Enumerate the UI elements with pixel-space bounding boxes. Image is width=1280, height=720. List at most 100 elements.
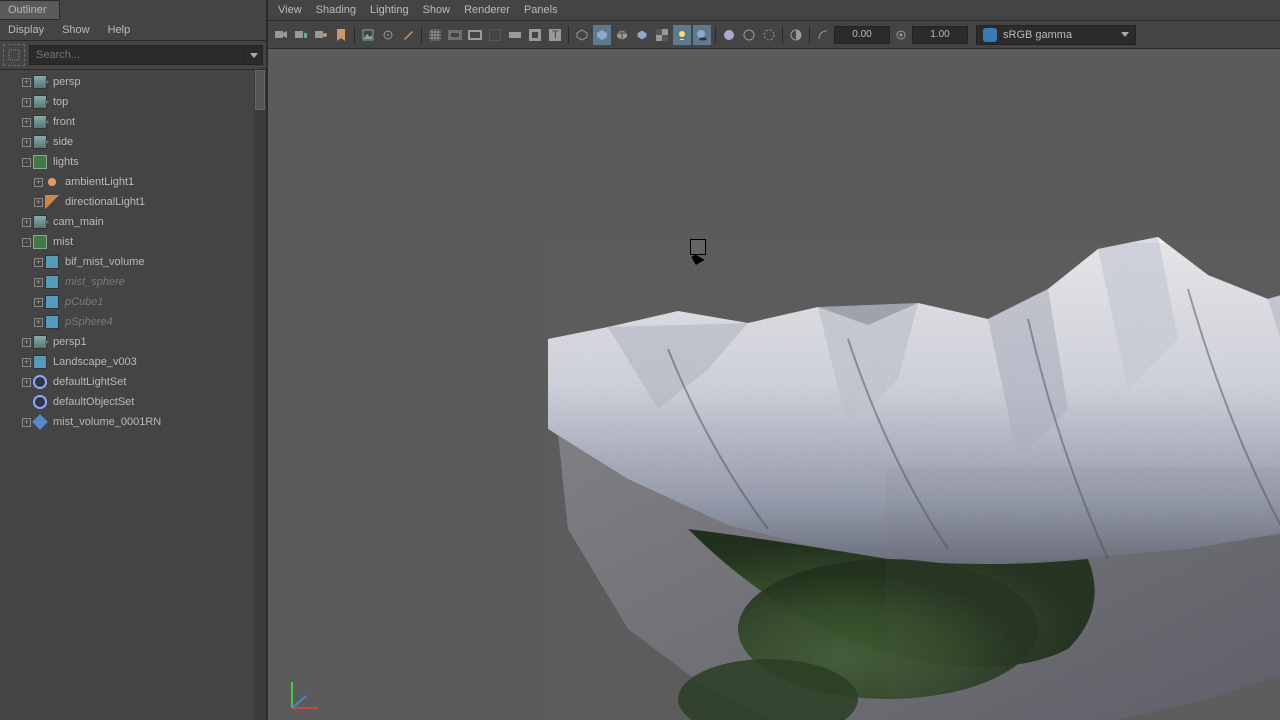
gate-mask-icon[interactable] <box>486 25 504 45</box>
tree-item-label: persp1 <box>53 336 87 348</box>
vp-menu-show[interactable]: Show <box>423 4 451 16</box>
xray-joints-icon[interactable] <box>760 25 778 45</box>
exposure-icon[interactable] <box>787 25 805 45</box>
expander-icon[interactable]: + <box>22 418 31 427</box>
mesh-icon <box>45 255 59 269</box>
tree-item-defaultLightSet[interactable]: + defaultLightSet <box>0 372 266 392</box>
tree-item-cam_main[interactable]: +cam_main <box>0 212 266 232</box>
outliner-menu-display[interactable]: Display <box>8 24 44 36</box>
image-plane-icon[interactable] <box>359 25 377 45</box>
vp-menu-renderer[interactable]: Renderer <box>464 4 510 16</box>
film-gate-icon[interactable] <box>446 25 464 45</box>
tree-item-label: defaultLightSet <box>53 376 126 388</box>
outliner-filter-icon[interactable] <box>3 44 25 66</box>
expander-icon[interactable]: + <box>34 298 43 307</box>
expander-icon[interactable]: + <box>22 78 31 87</box>
3d-viewport[interactable] <box>268 49 1280 720</box>
tree-item-bif_mist_volume[interactable]: + bif_mist_volume <box>0 252 266 272</box>
expander-icon[interactable]: + <box>22 378 31 387</box>
grid-icon[interactable] <box>426 25 444 45</box>
cursor-icon <box>690 239 706 255</box>
viewport-toolbar: T 0.00 1.00 sRGB gamma <box>268 21 1280 49</box>
xray-icon[interactable] <box>740 25 758 45</box>
tree-item-pSphere4[interactable]: +pSphere4 <box>0 312 266 332</box>
gamma-icon[interactable] <box>814 25 832 45</box>
safe-title-icon[interactable]: T <box>546 25 564 45</box>
field-chart-icon[interactable] <box>506 25 524 45</box>
expander-icon[interactable]: + <box>22 358 31 367</box>
colorspace-swatch-icon <box>983 28 997 42</box>
tree-item-Landscape_v003[interactable]: +Landscape_v003 <box>0 352 266 372</box>
mesh-icon <box>45 295 59 309</box>
expander-icon[interactable]: + <box>34 278 43 287</box>
viewport-panel: View Shading Lighting Show Renderer Pane… <box>268 0 1280 720</box>
textured-icon[interactable] <box>653 25 671 45</box>
isolate-select-icon[interactable] <box>720 25 738 45</box>
select-camera-icon[interactable] <box>272 25 290 45</box>
tree-item-persp[interactable]: + persp <box>0 72 266 92</box>
grp-icon <box>33 235 47 249</box>
tree-item-mist_sphere[interactable]: +mist_sphere <box>0 272 266 292</box>
mesh-icon <box>45 315 59 329</box>
tree-item-mist_volume_0001RN[interactable]: + mist_volume_0001RN <box>0 412 266 432</box>
use-default-material-icon[interactable] <box>613 25 631 45</box>
expander-icon[interactable]: + <box>22 98 31 107</box>
2d-pan-icon[interactable] <box>379 25 397 45</box>
search-dropdown[interactable] <box>245 45 263 65</box>
safe-action-icon[interactable] <box>526 25 544 45</box>
outliner-menu-help[interactable]: Help <box>108 24 131 36</box>
tree-item-ambientLight1[interactable]: +ambientLight1 <box>0 172 266 192</box>
tree-item-label: persp <box>53 76 81 88</box>
tree-item-label: mist_volume_0001RN <box>53 416 161 428</box>
vp-menu-shading[interactable]: Shading <box>316 4 356 16</box>
exposure-value-field[interactable]: 1.00 <box>912 26 968 44</box>
tree-item-persp1[interactable]: + persp1 <box>0 332 266 352</box>
tree-item-defaultObjectSet[interactable]: defaultObjectSet <box>0 392 266 412</box>
tree-item-directionalLight1[interactable]: + directionalLight1 <box>0 192 266 212</box>
expander-icon[interactable]: + <box>22 218 31 227</box>
camera-settings-icon[interactable] <box>312 25 330 45</box>
expander-icon[interactable]: + <box>34 318 43 327</box>
tree-item-top[interactable]: +top <box>0 92 266 112</box>
tree-item-side[interactable]: +side <box>0 132 266 152</box>
tree-item-label: mist <box>53 236 73 248</box>
gamma-value-field[interactable]: 0.00 <box>834 26 890 44</box>
wireframe-icon[interactable] <box>573 25 591 45</box>
tree-item-lights[interactable]: -lights <box>0 152 266 172</box>
lock-camera-icon[interactable] <box>292 25 310 45</box>
expander-icon[interactable]: + <box>34 258 43 267</box>
cam-icon <box>33 75 47 89</box>
expander-icon[interactable]: - <box>22 158 31 167</box>
vp-menu-lighting[interactable]: Lighting <box>370 4 409 16</box>
expander-icon[interactable]: - <box>22 238 31 247</box>
tree-item-front[interactable]: +front <box>0 112 266 132</box>
expander-icon[interactable]: + <box>34 178 43 187</box>
tree-item-label: directionalLight1 <box>65 196 145 208</box>
shadows-icon[interactable] <box>693 25 711 45</box>
expander-icon[interactable]: + <box>22 118 31 127</box>
search-input[interactable] <box>29 45 245 65</box>
view-axis-gizmo[interactable] <box>286 674 326 714</box>
outliner-tab[interactable]: Outliner <box>0 0 60 20</box>
grp-icon <box>33 155 47 169</box>
exposure-adjust-icon[interactable] <box>892 25 910 45</box>
wireframe-on-shaded-icon[interactable] <box>633 25 651 45</box>
grease-pencil-icon[interactable] <box>399 25 417 45</box>
smooth-shade-icon[interactable] <box>593 25 611 45</box>
outliner-menu: Display Show Help <box>0 20 266 41</box>
outliner-menu-show[interactable]: Show <box>62 24 90 36</box>
tree-item-label: defaultObjectSet <box>53 396 134 408</box>
tree-item-mist[interactable]: - mist <box>0 232 266 252</box>
expander-icon[interactable]: + <box>22 138 31 147</box>
resolution-gate-icon[interactable] <box>466 25 484 45</box>
vp-menu-panels[interactable]: Panels <box>524 4 558 16</box>
tree-item-pCube1[interactable]: +pCube1 <box>0 292 266 312</box>
colorspace-dropdown[interactable]: sRGB gamma <box>976 25 1136 45</box>
expander-icon[interactable]: + <box>22 338 31 347</box>
expander-icon[interactable]: + <box>34 198 43 207</box>
outliner-scrollbar[interactable] <box>254 70 266 720</box>
use-all-lights-icon[interactable] <box>673 25 691 45</box>
vp-menu-view[interactable]: View <box>278 4 302 16</box>
tree-item-label: bif_mist_volume <box>65 256 144 268</box>
bookmark-icon[interactable] <box>332 25 350 45</box>
